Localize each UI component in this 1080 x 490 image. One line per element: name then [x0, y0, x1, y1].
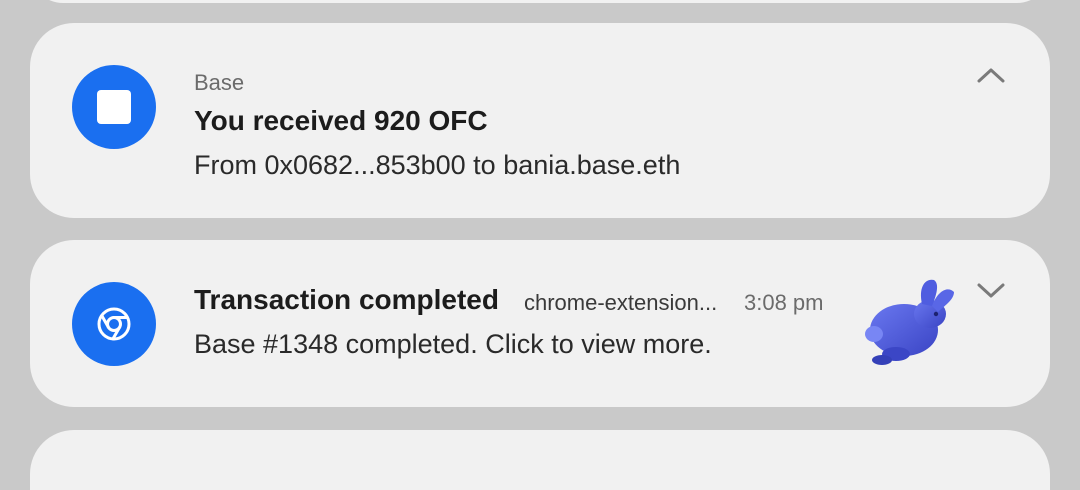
notification-body: From 0x0682...853b00 to bania.base.eth: [194, 150, 681, 180]
notification-card-base[interactable]: Base You received 920 OFC From 0x0682...…: [30, 23, 1050, 218]
chrome-icon: [97, 307, 131, 341]
rabbit-thumbnail-image: [865, 279, 954, 365]
app-name: Base: [194, 70, 245, 95]
notification-body: Base #1348 completed. Click to view more…: [194, 329, 712, 359]
notification-time: 3:08 pm: [744, 290, 824, 315]
notification-card-chrome[interactable]: Transaction completed chrome-extension..…: [30, 240, 1050, 407]
chevron-up-icon[interactable]: [975, 65, 1007, 85]
chevron-down-icon[interactable]: [975, 280, 1007, 300]
previous-notification-card[interactable]: [30, 0, 1050, 3]
base-app-icon: [72, 65, 156, 149]
chrome-app-icon: [72, 282, 156, 366]
notification-title: Transaction completed: [194, 284, 499, 315]
notification-title: You received 920 OFC: [194, 105, 488, 136]
base-square-icon: [97, 90, 131, 124]
notification-source: chrome-extension...: [524, 290, 718, 315]
next-notification-card[interactable]: [30, 430, 1050, 490]
